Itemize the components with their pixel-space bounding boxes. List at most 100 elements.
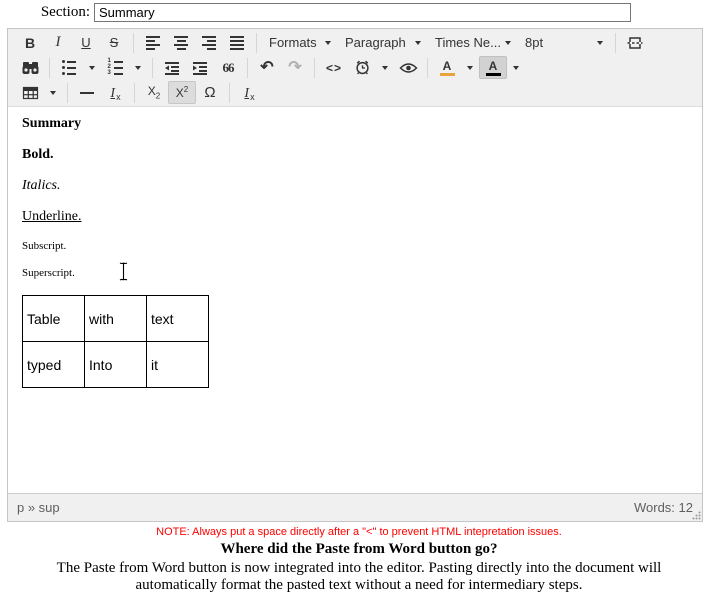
footer-note: NOTE: Always put a space directly after …	[0, 526, 718, 538]
toolbar-separator	[314, 58, 315, 78]
toolbar-separator	[67, 83, 68, 103]
background-color-caret[interactable]	[507, 56, 525, 79]
bullet-list-button[interactable]	[55, 56, 83, 79]
toolbar-separator	[247, 58, 248, 78]
horizontal-rule-button[interactable]	[73, 81, 101, 104]
redo-icon: ↷	[288, 60, 301, 76]
resize-grip[interactable]	[692, 511, 701, 520]
formats-dropdown[interactable]: Formats	[262, 31, 338, 54]
footer-body: The Paste from Word button is now integr…	[19, 560, 699, 594]
clear-formatting-button[interactable]: Ix	[101, 81, 129, 104]
table-cell[interactable]: with	[85, 296, 147, 342]
numbered-list-caret[interactable]	[129, 56, 147, 79]
align-right-icon	[202, 36, 216, 50]
table-row: typed Into it	[23, 342, 209, 388]
paragraph[interactable]: Subscript.	[22, 241, 688, 252]
chevron-down-icon	[467, 66, 473, 70]
special-character-button[interactable]: Ω	[196, 81, 224, 104]
preview-button[interactable]	[394, 56, 422, 79]
underline-icon: U	[81, 35, 90, 50]
outdent-button[interactable]	[158, 56, 186, 79]
clock-icon	[354, 59, 371, 76]
element-path[interactable]: p » sup	[17, 500, 60, 515]
page-break-icon	[626, 35, 644, 51]
background-color-icon: A	[486, 60, 501, 76]
font-family-dropdown[interactable]: Times Ne...	[428, 31, 518, 54]
table-caret[interactable]	[44, 81, 62, 104]
background-color-button[interactable]: A	[479, 56, 507, 79]
table-cell[interactable]: typed	[23, 342, 85, 388]
bullet-list-icon	[62, 60, 76, 75]
align-center-icon	[174, 36, 188, 50]
blockquote-button[interactable]: 66	[214, 56, 242, 79]
editor-content-area[interactable]: Summary Bold. Italics. Underline. Subscr…	[8, 107, 702, 493]
numbered-list-button[interactable]: 1 2 3	[101, 56, 129, 79]
blockquote-icon: 66	[223, 60, 234, 76]
toolbar-separator	[133, 33, 134, 53]
footer-heading: Where did the Paste from Word button go?	[0, 541, 718, 558]
align-right-button[interactable]	[195, 31, 223, 54]
binoculars-icon	[22, 60, 39, 75]
rich-text-editor: B I U S Formats Paragraph	[7, 28, 703, 522]
redo-button[interactable]: ↷	[281, 56, 309, 79]
font-size-dropdown-label: 8pt	[525, 35, 543, 50]
toolbar-separator	[134, 83, 135, 103]
chevron-down-icon	[415, 41, 421, 45]
indent-button[interactable]	[186, 56, 214, 79]
find-replace-button[interactable]	[16, 56, 44, 79]
superscript-button[interactable]: X2	[168, 81, 196, 104]
italic-button[interactable]: I	[44, 31, 72, 54]
page-break-button[interactable]	[621, 31, 649, 54]
justify-button[interactable]	[223, 31, 251, 54]
footer-help: NOTE: Always put a space directly after …	[0, 526, 718, 594]
outdent-icon	[164, 61, 180, 75]
section-field-row: Section:	[0, 0, 718, 22]
omega-icon: Ω	[204, 84, 215, 101]
align-left-button[interactable]	[139, 31, 167, 54]
table-button[interactable]	[16, 81, 44, 104]
italic-icon: I	[56, 34, 61, 51]
undo-button[interactable]: ↶	[253, 56, 281, 79]
paragraph[interactable]: Underline.	[22, 210, 688, 224]
table-cell[interactable]: text	[147, 296, 209, 342]
chevron-down-icon	[505, 41, 511, 45]
font-size-dropdown[interactable]: 8pt	[518, 31, 610, 54]
bold-button[interactable]: B	[16, 31, 44, 54]
toolbar-row-1: B I U S Formats Paragraph	[8, 30, 702, 55]
chevron-down-icon	[597, 41, 603, 45]
text-color-button[interactable]: A	[433, 56, 461, 79]
toolbar-separator	[49, 58, 50, 78]
strikethrough-button[interactable]: S	[100, 31, 128, 54]
chevron-down-icon	[382, 66, 388, 70]
bullet-list-caret[interactable]	[83, 56, 101, 79]
bold-icon: B	[25, 35, 35, 51]
toolbar-row-3: Ix X2 X2 Ω Ix	[8, 80, 702, 105]
table-cell[interactable]: Table	[23, 296, 85, 342]
toolbar-separator	[427, 58, 428, 78]
table-cell[interactable]: it	[147, 342, 209, 388]
insert-datetime-caret[interactable]	[376, 56, 394, 79]
table-row: Table with text	[23, 296, 209, 342]
font-family-dropdown-label: Times Ne...	[435, 35, 501, 50]
table-cell[interactable]: Into	[85, 342, 147, 388]
word-count: Words: 12	[634, 500, 693, 515]
insert-datetime-button[interactable]	[348, 56, 376, 79]
remove-format-button[interactable]: Ix	[235, 81, 263, 104]
text-color-caret[interactable]	[461, 56, 479, 79]
text-cursor-icon	[119, 262, 128, 281]
paragraph-dropdown[interactable]: Paragraph	[338, 31, 428, 54]
paragraph[interactable]: Summary	[22, 117, 688, 131]
align-center-button[interactable]	[167, 31, 195, 54]
underline-button[interactable]: U	[72, 31, 100, 54]
section-input[interactable]	[94, 3, 631, 22]
toolbar-row-2: 1 2 3	[8, 55, 702, 80]
subscript-button[interactable]: X2	[140, 81, 168, 104]
numbered-list-icon: 1 2 3	[108, 60, 123, 75]
paragraph[interactable]: Italics.	[22, 179, 688, 193]
chevron-down-icon	[89, 66, 95, 70]
source-code-button[interactable]: <>	[320, 56, 348, 79]
toolbar-separator	[615, 33, 616, 53]
paragraph[interactable]: Bold.	[22, 148, 688, 162]
paragraph-dropdown-label: Paragraph	[345, 35, 406, 50]
content-table[interactable]: Table with text typed Into it	[22, 295, 209, 388]
